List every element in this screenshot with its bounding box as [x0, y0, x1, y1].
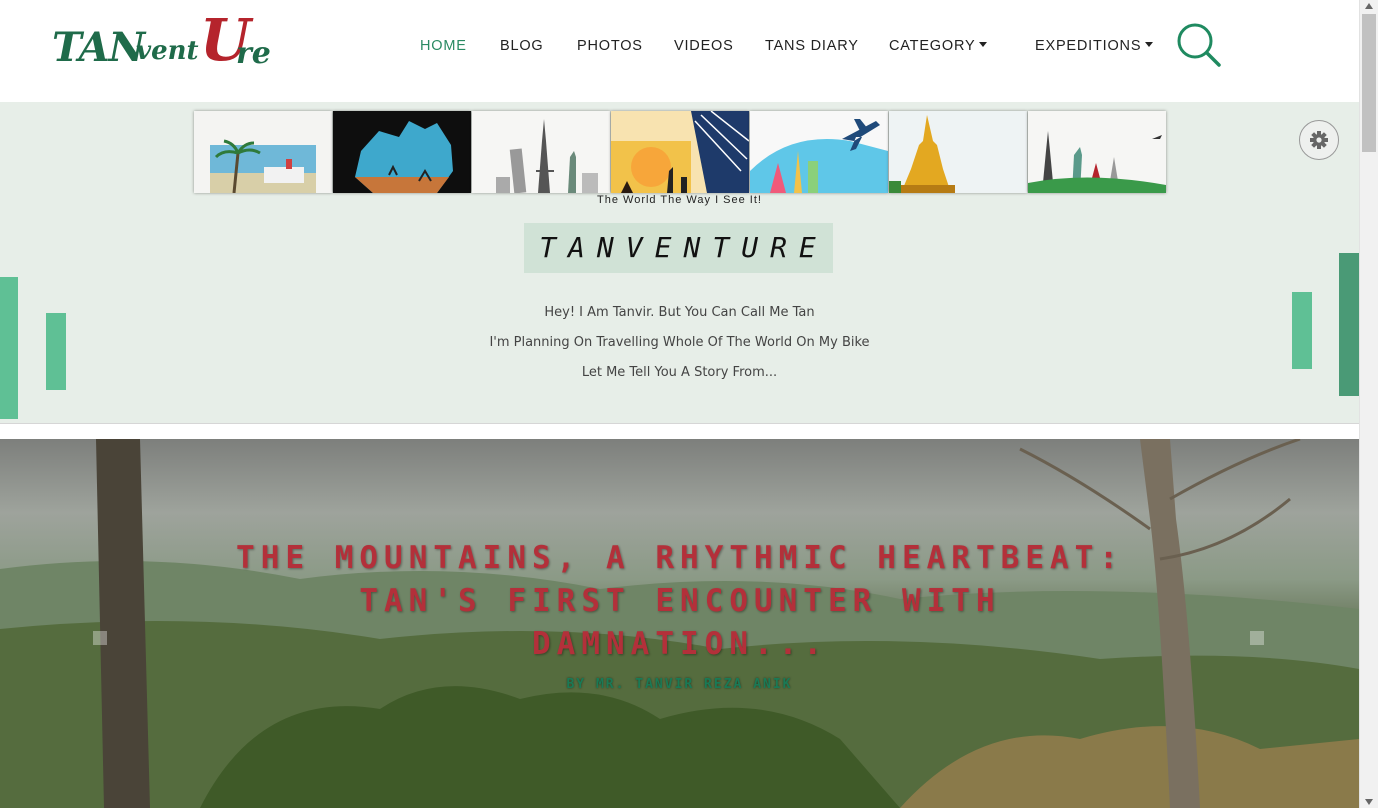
intro-line: Let Me Tell You A Story From...: [581, 365, 778, 380]
logo-text-part: TAN: [52, 24, 145, 71]
thumbnail-landmarks-collage[interactable]: [1028, 111, 1166, 193]
caret-down-icon: [1145, 42, 1154, 47]
intro-line: I'm Planning On Travelling Whole Of The …: [489, 335, 870, 350]
featured-post-author: BY MR. TANVIR REZA ANIK: [566, 677, 793, 692]
site-logo[interactable]: TAN vent U re: [50, 6, 280, 74]
nav-photos[interactable]: PHOTOS: [577, 38, 643, 54]
slider-prev-arrow-icon[interactable]: [93, 631, 107, 645]
thumbnail-golden-pagoda[interactable]: [889, 111, 1027, 193]
logo-text-part: vent: [136, 36, 199, 66]
featured-post-banner[interactable]: THE MOUNTAINS, A RHYTHMIC HEARTBEAT: TAN…: [0, 439, 1359, 808]
intro-line: Hey! I Am Tanvir. But You Can Call Me Ta…: [544, 305, 815, 320]
logo-text-part: re: [236, 36, 271, 71]
slider-next-arrow-icon[interactable]: [1250, 631, 1264, 645]
featured-post-title[interactable]: THE MOUNTAINS, A RHYTHMIC HEARTBEAT: TAN…: [230, 537, 1130, 666]
decorative-bar: [46, 313, 66, 390]
thumbnail-world-landmarks[interactable]: [472, 111, 610, 193]
thumbnail-strip: [194, 111, 1166, 193]
search-icon[interactable]: [1176, 22, 1222, 68]
caret-down-icon: [979, 42, 988, 47]
thumbnail-airplane-travel[interactable]: [750, 111, 888, 193]
page-scrollbar[interactable]: [1359, 0, 1378, 808]
decorative-bar: [1339, 253, 1359, 396]
section-divider: [0, 423, 1359, 439]
thumbnail-safari-sunset[interactable]: [611, 111, 749, 193]
nav-expeditions[interactable]: EXPEDITIONS: [1035, 38, 1154, 54]
nav-expeditions-label: EXPEDITIONS: [1035, 38, 1142, 54]
decorative-bar: [0, 277, 18, 419]
hero-section: The World The Way I See It! TANVENTURE H…: [0, 102, 1359, 423]
gear-icon[interactable]: [1299, 120, 1339, 160]
site-header: TAN vent U re HOME BLOG PHOTOS VIDEOS TA…: [0, 0, 1359, 102]
site-title: TANVENTURE: [524, 223, 833, 273]
nav-category-label: CATEGORY: [889, 38, 976, 54]
scroll-down-arrow-icon[interactable]: [1365, 799, 1373, 805]
nav-category[interactable]: CATEGORY: [889, 38, 988, 54]
nav-videos[interactable]: VIDEOS: [674, 38, 734, 54]
nav-blog[interactable]: BLOG: [500, 38, 544, 54]
thumbnail-australia-map[interactable]: [333, 111, 471, 193]
scroll-up-arrow-icon[interactable]: [1365, 3, 1373, 9]
thumbnail-beach-postcard[interactable]: [194, 111, 332, 193]
nav-home[interactable]: HOME: [420, 38, 467, 54]
decorative-bar: [1292, 292, 1312, 369]
scrollbar-thumb[interactable]: [1362, 14, 1376, 152]
site-tagline: The World The Way I See It!: [597, 194, 762, 206]
nav-tans-diary[interactable]: TANS DIARY: [765, 38, 859, 54]
